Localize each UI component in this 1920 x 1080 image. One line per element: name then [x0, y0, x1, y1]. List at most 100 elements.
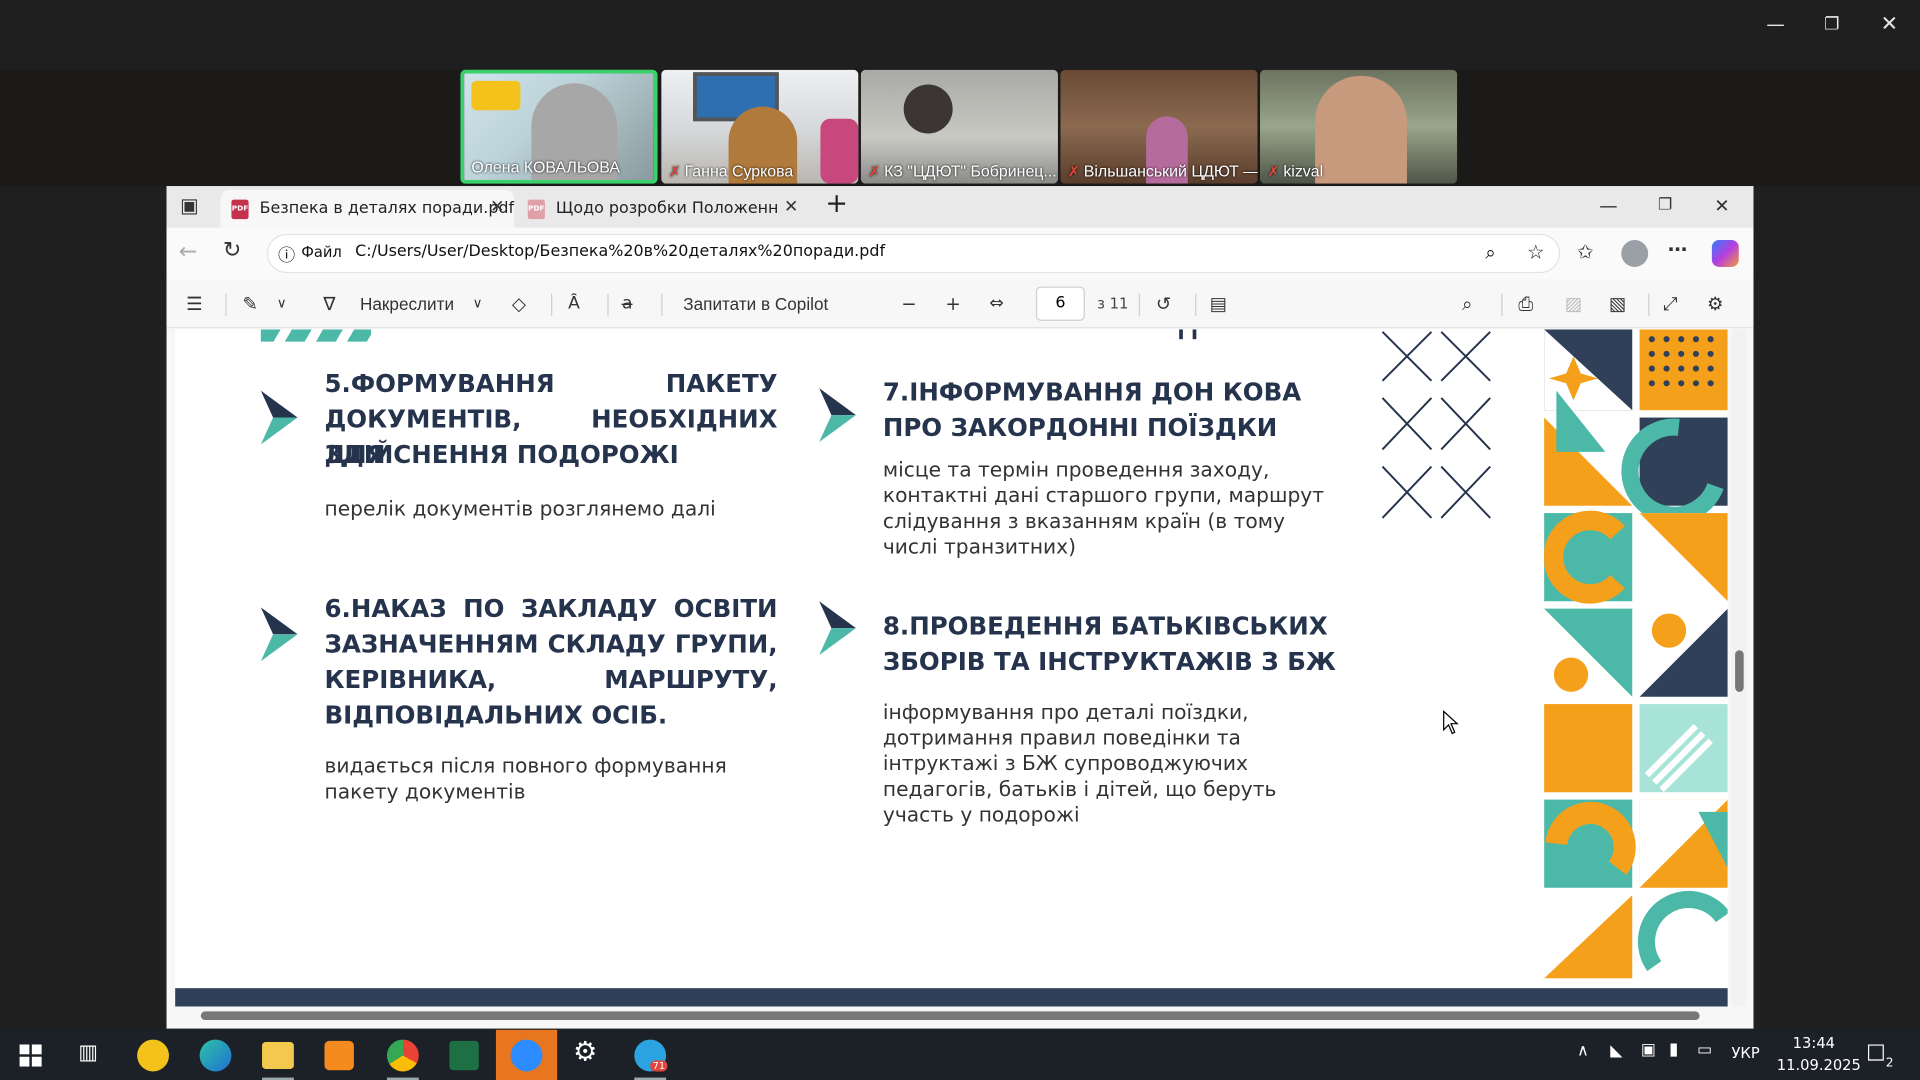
participant-tile[interactable]: ✗ kizval — [1260, 69, 1458, 184]
clock-time[interactable]: 13:44 — [1793, 1035, 1835, 1052]
settings-gear-icon[interactable]: ⚙ — [1707, 291, 1723, 315]
back-icon[interactable]: ← — [179, 239, 197, 264]
zoom-in-icon[interactable]: + — [945, 291, 960, 315]
section-heading: 7.ІНФОРМУВАННЯ ДОН КОВА — [882, 377, 1302, 407]
info-icon[interactable]: ⓘ — [278, 242, 295, 266]
language-indicator[interactable]: УКР — [1731, 1044, 1759, 1061]
section-heading: ВІДПОВІДАЛЬНИХ ОСІБ. — [324, 700, 668, 730]
fit-page-icon[interactable]: ⇔ — [989, 291, 1003, 315]
zoom-icon[interactable]: ⌕ — [1485, 241, 1495, 263]
pdf-icon: PDF — [527, 199, 545, 220]
rotate-icon[interactable]: ↺ — [1156, 291, 1171, 315]
file-explorer-icon[interactable] — [262, 1042, 294, 1069]
notifications-icon[interactable]: □ — [1866, 1040, 1886, 1064]
close-icon[interactable]: ✕ — [1877, 12, 1901, 36]
horizontal-scrollbar[interactable] — [179, 1008, 1724, 1023]
network-icon[interactable]: ◣ — [1610, 1042, 1622, 1060]
divider — [1648, 293, 1650, 316]
battery-icon[interactable]: ▭ — [1697, 1041, 1712, 1059]
tab-inactive[interactable]: PDF Щодо розробки Положення про ✕ — [517, 190, 808, 228]
chevron-down-icon[interactable]: ∨ — [277, 291, 287, 315]
eraser-icon[interactable]: ◇ — [512, 291, 526, 315]
favorite-star-icon[interactable]: ☆ — [1527, 240, 1545, 263]
section-heading: КЕРІВНИКА, МАРШРУТУ, — [324, 664, 778, 695]
section-heading: 5.ФОРМУВАННЯ ПАКЕТУ — [324, 368, 778, 398]
decorative-geometric-pattern — [1544, 329, 1728, 979]
close-tab-icon[interactable]: ✕ — [490, 197, 504, 217]
print-icon[interactable]: ⎙ — [1518, 291, 1533, 315]
arrow-bullet-icon — [260, 607, 298, 662]
chevron-down-icon[interactable]: ∨ — [473, 291, 483, 315]
profile-avatar[interactable] — [1621, 240, 1649, 267]
save-icon[interactable]: ▨ — [1565, 291, 1582, 315]
settings-gear-icon[interactable]: ⚙ — [573, 1037, 597, 1068]
close-tab-icon[interactable]: ✕ — [784, 197, 798, 217]
decorative-x-pattern — [1381, 331, 1491, 519]
tab-active[interactable]: PDF Безпека в деталях поради.pdf ✕ — [220, 189, 515, 228]
draw-icon[interactable]: ∇ — [323, 291, 335, 315]
fullscreen-icon[interactable]: ⤢ — [1663, 291, 1678, 315]
more-menu-icon[interactable]: ⋯ — [1668, 238, 1688, 262]
new-tab-icon[interactable]: + — [825, 190, 848, 217]
minimize-icon[interactable]: — — [1599, 193, 1617, 217]
copilot-icon[interactable] — [1711, 240, 1739, 267]
highlight-icon[interactable]: ✎ — [242, 291, 257, 315]
favorites-icon[interactable]: ✩ — [1577, 240, 1593, 264]
section-body: дотримання правил поведінки та — [882, 726, 1241, 750]
mic-muted-icon: ✗ — [668, 162, 681, 181]
draw-button[interactable]: Накреслити — [360, 291, 454, 315]
mic-muted-icon: ✗ — [1267, 162, 1280, 181]
page-footer-band — [175, 988, 1728, 1007]
windows-start-icon[interactable] — [12, 1037, 49, 1074]
edge-icon[interactable] — [199, 1039, 232, 1072]
page-number-input[interactable]: 6 — [1035, 286, 1085, 321]
close-icon[interactable]: ✕ — [1714, 193, 1729, 217]
restore-icon[interactable]: ❐ — [1658, 193, 1672, 217]
scroll-thumb[interactable] — [1735, 650, 1744, 692]
section-body: інформування про деталі поїздки, — [882, 700, 1249, 724]
chevron-up-icon[interactable]: ∧ — [1577, 1042, 1589, 1060]
page-total: з 11 — [1097, 295, 1129, 313]
read-aloud-icon[interactable]: Ȃ — [568, 291, 580, 315]
refresh-icon[interactable]: ↻ — [223, 238, 241, 263]
participant-tile[interactable]: Олена КОВАЛЬОВА — [460, 69, 658, 184]
search-icon[interactable]: ⌕ — [1462, 291, 1472, 315]
contents-icon[interactable]: ☰ — [186, 291, 202, 315]
app-icon[interactable] — [137, 1039, 169, 1072]
section-body: участь у подорожі — [882, 803, 1080, 827]
section-body: перелік документів розглянемо далі — [324, 497, 716, 521]
minimize-icon[interactable]: — — [1763, 12, 1787, 36]
address-bar-row: ← ↻ ⓘ Файл C:/Users/User/Desktop/Безпека… — [166, 227, 1754, 280]
divider — [1501, 293, 1503, 316]
scroll-thumb[interactable] — [200, 1011, 1700, 1021]
section-body: пакету документів — [324, 780, 526, 804]
section-heading: 8.ПРОВЕДЕННЯ БАТЬКІВСЬКИХ — [882, 611, 1328, 641]
url-field[interactable]: ⓘ Файл C:/Users/User/Desktop/Безпека%20в… — [266, 233, 1561, 274]
save-as-icon[interactable]: ▧ — [1609, 291, 1626, 315]
excel-icon[interactable] — [449, 1040, 479, 1071]
microphone-icon[interactable]: ▮ — [1669, 1040, 1678, 1060]
mouse-cursor-icon — [1443, 710, 1459, 735]
browser-window: ▣ PDF Безпека в деталях поради.pdf ✕ PDF… — [166, 186, 1754, 1029]
clock-date[interactable]: 11.09.2025 — [1777, 1057, 1861, 1074]
section-body: слідування з вказанням країн (в тому — [882, 509, 1285, 533]
zoom-icon[interactable] — [510, 1039, 543, 1072]
camera-icon[interactable]: ▣ — [1641, 1041, 1656, 1059]
translate-icon[interactable]: a̶ — [622, 291, 633, 315]
section-body: контактні дані старшого групи, маршрут — [882, 483, 1325, 507]
restore-icon[interactable]: ❐ — [1820, 12, 1844, 36]
participant-tile[interactable]: ✗ КЗ "ЦДЮТ" Бобринец... — [860, 69, 1058, 184]
vertical-scrollbar[interactable] — [1731, 329, 1747, 1007]
chrome-icon[interactable] — [386, 1039, 419, 1072]
page-view-icon[interactable]: ▤ — [1210, 291, 1227, 315]
task-view-icon[interactable]: ▥ — [78, 1041, 98, 1065]
section-body: інтруктажі з БЖ супроводжуючих — [882, 751, 1248, 776]
ask-copilot-button[interactable]: Запитати в Copilot — [683, 291, 828, 315]
participant-tile[interactable]: ✗ Вільшанський ЦДЮТ — — [1060, 69, 1258, 184]
notification-count: 2 — [1885, 1056, 1894, 1071]
participant-tile[interactable]: ✗ Ганна Суркова — [661, 69, 859, 184]
section-body: числі транзитних) — [882, 535, 1077, 559]
tab-actions-icon[interactable]: ▣ — [180, 193, 199, 217]
app-icon[interactable] — [324, 1040, 354, 1071]
zoom-out-icon[interactable]: − — [901, 291, 916, 315]
